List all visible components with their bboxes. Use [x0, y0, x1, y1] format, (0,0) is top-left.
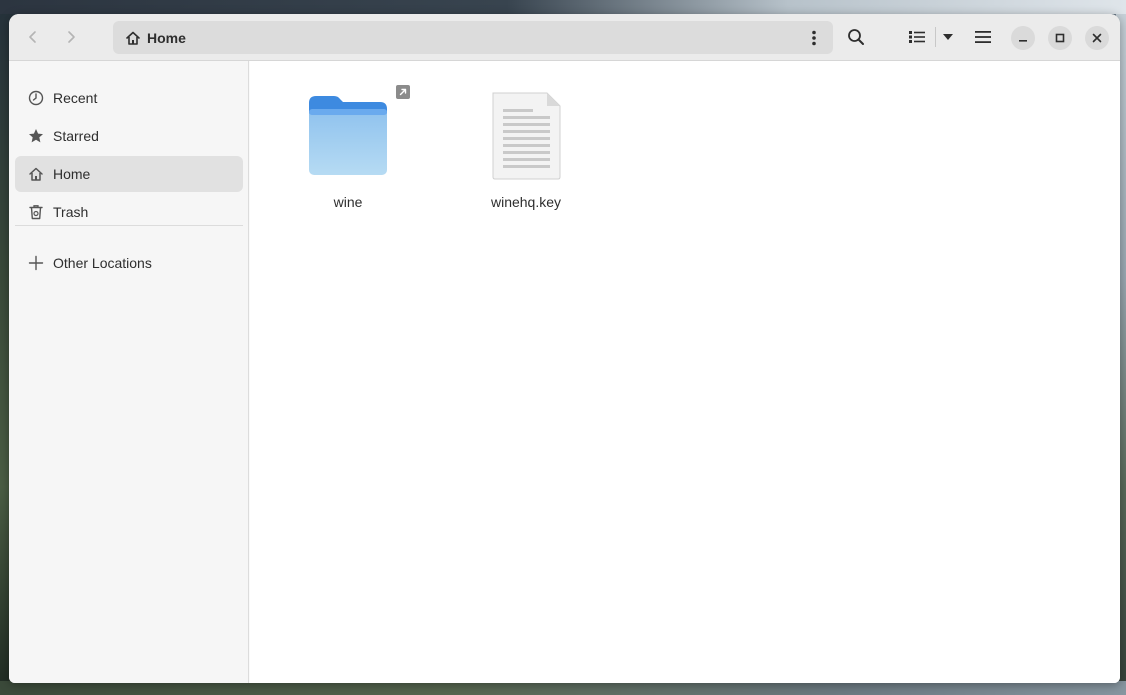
path-menu-button[interactable] — [801, 24, 827, 51]
main-menu-button[interactable] — [966, 22, 1000, 52]
back-button[interactable] — [16, 22, 50, 52]
close-button[interactable] — [1085, 26, 1109, 50]
trash-icon — [27, 203, 45, 221]
maximize-icon — [1055, 33, 1065, 43]
file-name: winehq.key — [490, 194, 562, 210]
forward-button[interactable] — [54, 22, 88, 52]
plus-icon — [27, 254, 45, 272]
search-button[interactable] — [839, 22, 873, 52]
sidebar-item-label: Other Locations — [53, 255, 152, 271]
sidebar-item-label: Recent — [53, 90, 98, 106]
sidebar-item-label: Home — [53, 166, 91, 182]
path-label: Home — [147, 29, 186, 46]
clock-icon — [27, 89, 45, 107]
sidebar-item-home[interactable]: Home — [15, 156, 243, 192]
sidebar-item-recent[interactable]: Recent — [15, 80, 243, 116]
file-item-wine[interactable]: wine — [278, 85, 418, 210]
view-toggle-button[interactable] — [903, 22, 931, 52]
file-item-winehq-key[interactable]: winehq.key — [456, 89, 596, 210]
sidebar-item-other-locations[interactable]: Other Locations — [15, 245, 243, 281]
file-name: wine — [333, 194, 363, 210]
view-options-dropdown[interactable] — [937, 22, 959, 52]
vertical-dots-icon — [812, 30, 816, 45]
chevron-left-icon — [29, 31, 36, 43]
chevron-right-icon — [68, 31, 75, 43]
list-view-icon — [909, 31, 925, 43]
search-icon — [848, 29, 864, 45]
hamburger-icon — [975, 31, 991, 43]
view-button-divider — [935, 27, 936, 47]
folder-icon — [300, 85, 410, 185]
file-manager-window: Home Recent Starred Home Trash Other Loc… — [9, 14, 1120, 683]
minimize-button[interactable] — [1011, 26, 1035, 50]
text-file-icon — [478, 89, 574, 185]
close-icon — [1092, 33, 1102, 43]
path-bar[interactable]: Home — [113, 21, 833, 54]
home-icon — [27, 165, 45, 183]
path-home-button[interactable]: Home — [125, 21, 186, 54]
star-icon — [27, 127, 45, 145]
header-bar: Home — [9, 14, 1120, 61]
minimize-icon — [1019, 40, 1027, 42]
maximize-button[interactable] — [1048, 26, 1072, 50]
sidebar-item-label: Trash — [53, 204, 89, 220]
home-icon — [126, 31, 140, 45]
symlink-emblem-icon — [396, 85, 410, 99]
sidebar-item-starred[interactable]: Starred — [15, 118, 243, 154]
sidebar-item-label: Starred — [53, 128, 99, 144]
sidebar: Recent Starred Home Trash Other Location… — [9, 61, 249, 683]
caret-down-icon — [943, 34, 953, 40]
sidebar-separator — [15, 225, 243, 226]
file-view[interactable]: wine winehq.key — [250, 61, 1120, 683]
